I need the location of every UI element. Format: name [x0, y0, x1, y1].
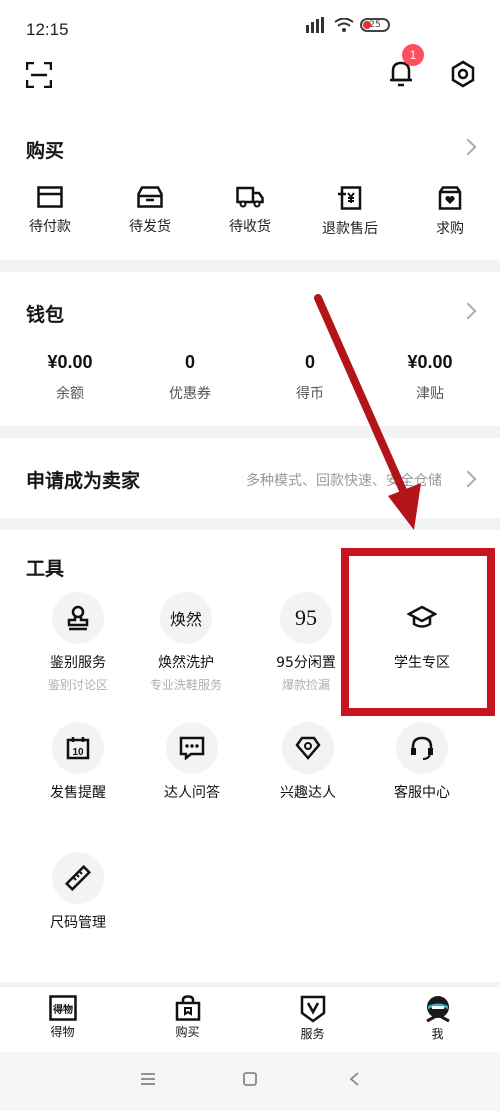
order-label: 求购	[436, 221, 464, 237]
battery-icon: 25	[360, 18, 390, 32]
refund-icon	[338, 186, 362, 210]
wallet-allowance[interactable]: ¥0.00 津贴	[370, 352, 490, 403]
status-time: 12:15	[26, 20, 69, 39]
wallet-coupons[interactable]: 0 优惠券	[130, 352, 250, 403]
top-bar: 1	[0, 44, 500, 128]
95-logo-icon: 95	[295, 605, 317, 630]
tool-size-management[interactable]: 尺码管理	[14, 852, 142, 932]
chevron-right-icon[interactable]	[459, 138, 477, 156]
wallet-label: 津贴	[416, 386, 444, 402]
tool-name: 兴趣达人	[280, 785, 336, 801]
order-label: 待收货	[229, 219, 271, 235]
status-bar: 12:15 25	[0, 0, 500, 56]
headset-icon	[411, 736, 433, 760]
tool-customer-service[interactable]: 客服中心	[358, 722, 486, 802]
huanran-icon: 焕然	[169, 610, 202, 629]
chevron-right-icon[interactable]	[459, 302, 477, 320]
tool-subtitle: 专业洗鞋服务	[149, 678, 222, 692]
order-wanted[interactable]: 求购	[400, 186, 500, 238]
seller-hint: 多种模式、回款快速、安全仓储	[246, 473, 442, 489]
system-icons: 25	[306, 17, 390, 33]
order-label: 待发货	[129, 219, 171, 235]
tool-expert-qa[interactable]: 达人问答	[128, 722, 256, 802]
buy-section: 购买 待付款 待发货 待收货 退款售后 求购	[0, 128, 500, 260]
wallet-section: 钱包 ¥0.00 余额 0 优惠券 0 得币 ¥0.00 津贴	[0, 272, 500, 426]
tab-service[interactable]: 服务	[250, 987, 375, 1052]
bag-icon	[175, 995, 200, 1021]
home-icon[interactable]	[243, 1072, 257, 1086]
highlight-box	[341, 548, 495, 716]
tool-name: 客服中心	[394, 785, 450, 801]
scan-icon[interactable]	[26, 62, 52, 88]
wallet-value: ¥0.00	[47, 352, 93, 372]
wallet-value: 0	[304, 352, 315, 372]
tab-label: 服务	[300, 1027, 325, 1041]
gear-icon[interactable]	[449, 60, 477, 88]
tab-label: 得物	[50, 1025, 75, 1039]
wallet-coins[interactable]: 0 得币	[250, 352, 370, 403]
wallet-title: 钱包	[26, 304, 65, 326]
wallet-label: 得币	[296, 386, 324, 402]
stamp-icon	[67, 605, 89, 631]
wallet-value: ¥0.00	[407, 352, 453, 372]
tool-name: 发售提醒	[50, 785, 106, 801]
back-icon[interactable]	[348, 1072, 360, 1086]
order-pending-receipt[interactable]: 待收货	[200, 186, 300, 238]
notification-badge: 1	[402, 44, 424, 66]
tool-name: 焕然洗护	[158, 655, 214, 671]
tab-buy[interactable]: 购买	[125, 987, 250, 1052]
order-pending-shipment[interactable]: 待发货	[100, 186, 200, 238]
signal-icon	[306, 17, 324, 33]
tab-dewu[interactable]: 得物 得物	[0, 987, 125, 1052]
box-icon	[137, 186, 163, 208]
seller-title: 申请成为卖家	[26, 470, 141, 492]
tool-name: 尺码管理	[50, 915, 106, 931]
ruler-icon	[65, 865, 91, 891]
tab-label: 我	[431, 1027, 444, 1041]
shield-v-icon	[300, 995, 325, 1023]
wallet-label: 优惠券	[169, 386, 211, 402]
tab-label: 购买	[175, 1025, 200, 1039]
dewu-logo-icon: 得物	[48, 995, 77, 1021]
diamond-icon	[295, 736, 321, 760]
chevron-right-icon[interactable]	[459, 470, 477, 488]
menu-icon[interactable]	[140, 1072, 156, 1086]
wallet-icon	[37, 186, 63, 208]
tools-title: 工具	[26, 558, 65, 580]
tool-name: 达人问答	[164, 785, 220, 801]
svg-text:得物: 得物	[52, 1003, 73, 1016]
tab-bar: 得物 得物 购买 服务 我	[0, 986, 500, 1052]
wifi-icon	[334, 18, 354, 32]
heart-bag-icon	[438, 186, 462, 210]
chat-icon	[179, 736, 205, 760]
calendar-icon: 10	[66, 737, 90, 760]
truck-icon	[236, 186, 264, 208]
order-pending-payment[interactable]: 待付款	[0, 186, 100, 238]
tool-release-reminder[interactable]: 10 发售提醒	[14, 722, 142, 802]
avatar-icon	[425, 996, 450, 1023]
order-label: 退款售后	[322, 221, 378, 237]
system-nav-bar	[0, 1052, 500, 1111]
tool-shoe-cleaning[interactable]: 焕然 焕然洗护 专业洗鞋服务	[122, 592, 250, 693]
become-seller-row[interactable]: 申请成为卖家 多种模式、回款快速、安全仓储	[0, 438, 500, 518]
buy-title: 购买	[26, 140, 65, 162]
wallet-balance[interactable]: ¥0.00 余额	[10, 352, 130, 403]
tool-interest-expert[interactable]: 兴趣达人	[244, 722, 372, 802]
order-refund[interactable]: 退款售后	[300, 186, 400, 238]
wallet-value: 0	[184, 352, 195, 372]
wallet-label: 余额	[56, 386, 84, 402]
svg-text:10: 10	[72, 747, 84, 758]
order-label: 待付款	[29, 219, 71, 235]
tab-me[interactable]: 我	[375, 987, 500, 1052]
